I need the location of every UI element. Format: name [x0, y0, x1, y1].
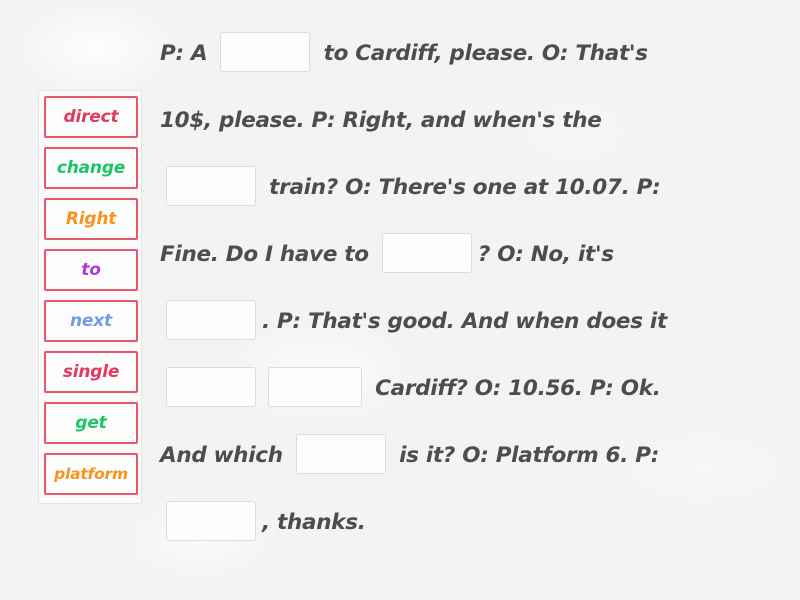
word-tile-next[interactable]: next [44, 300, 138, 342]
sentence-text: 10$, please. P: Right, and when's the [160, 108, 602, 133]
word-tile-label: get [75, 413, 107, 433]
sentence-text: And which [160, 443, 290, 468]
word-tile-label: to [81, 260, 101, 280]
sentence-text: is it? O: Platform 6. P: [391, 443, 660, 468]
sentence-text: , thanks. [262, 510, 366, 535]
sentence-text: . P: That's good. And when does it [262, 309, 667, 334]
word-tile-single[interactable]: single [44, 351, 138, 393]
word-tile-direct[interactable]: direct [44, 96, 138, 138]
sentence-line: 10$, please. P: Right, and when's the [160, 87, 780, 154]
word-tile-to[interactable]: to [44, 249, 138, 291]
sentence-line: . P: That's good. And when does it [160, 288, 780, 355]
sentence-line: , thanks. [160, 489, 780, 556]
drop-zone-6[interactable] [268, 367, 362, 407]
word-tile-label: change [56, 158, 126, 178]
word-bank-tray: direct change Right to next single get p… [38, 90, 142, 504]
word-tile-right[interactable]: Right [44, 198, 138, 240]
sentence-text: Fine. Do I have to [160, 242, 376, 267]
sentence-line: Cardiff? O: 10.56. P: Ok. [160, 355, 780, 422]
drop-zone-4[interactable] [166, 300, 256, 340]
sentence-text: Cardiff? O: 10.56. P: Ok. [368, 376, 661, 401]
sentence-line: And which is it? O: Platform 6. P: [160, 422, 780, 489]
word-tile-platform[interactable]: platform [44, 453, 138, 495]
sentence-line: train? O: There's one at 10.07. P: [160, 154, 780, 221]
word-tile-change[interactable]: change [44, 147, 138, 189]
word-tile-label: platform [54, 465, 128, 483]
word-tile-get[interactable]: get [44, 402, 138, 444]
sentence-text: ? O: No, it's [477, 242, 614, 267]
sentence-line: Fine. Do I have to ? O: No, it's [160, 221, 780, 288]
sentence-text: P: A [160, 41, 215, 66]
drop-zone-1[interactable] [220, 32, 311, 72]
gap-fill-sentence: P: A to Cardiff, please. O: That's 10$, … [160, 20, 780, 556]
drop-zone-2[interactable] [166, 166, 256, 206]
word-tile-label: Right [65, 209, 117, 229]
word-tile-label: next [70, 311, 112, 331]
sentence-text: train? O: There's one at 10.07. P: [262, 175, 661, 200]
drop-zone-3[interactable] [381, 233, 472, 273]
drop-zone-8[interactable] [166, 501, 256, 541]
drop-zone-5[interactable] [166, 367, 256, 407]
drop-zone-7[interactable] [295, 434, 386, 474]
sentence-text: to Cardiff, please. O: That's [316, 41, 648, 66]
word-tile-label: direct [63, 107, 119, 127]
word-tile-label: single [62, 362, 120, 382]
sentence-line: P: A to Cardiff, please. O: That's [160, 20, 780, 87]
